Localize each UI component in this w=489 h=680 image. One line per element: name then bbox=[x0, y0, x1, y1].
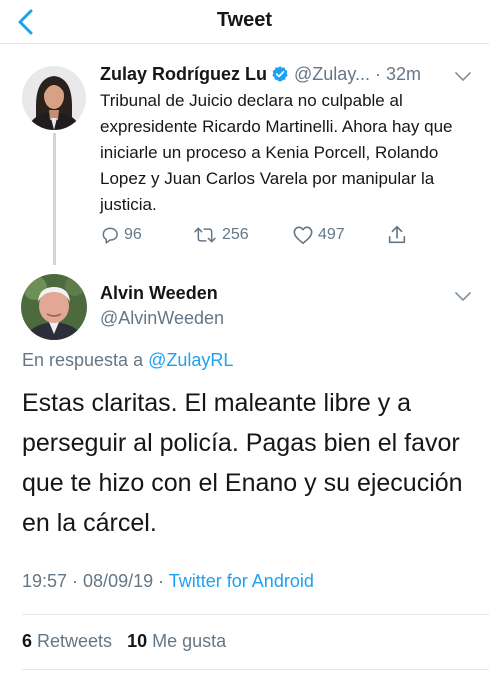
retweet-icon bbox=[194, 227, 216, 243]
top-bar: Tweet bbox=[0, 0, 489, 44]
avatar[interactable] bbox=[22, 66, 86, 130]
tweet-menu-button[interactable] bbox=[454, 70, 472, 88]
tweet-timestamp: 19:57 · 08/09/19 · bbox=[22, 571, 169, 591]
profile-photo-woman bbox=[22, 66, 86, 130]
tweet-actions: 96 256 497 bbox=[100, 222, 430, 248]
retweets-stat[interactable]: 6 Retweets bbox=[22, 631, 112, 651]
divider bbox=[22, 669, 489, 670]
reply-context: En respuesta a @ZulayRL bbox=[22, 350, 233, 371]
chevron-down-icon bbox=[455, 72, 471, 81]
like-button[interactable]: 497 bbox=[292, 222, 345, 248]
heart-icon bbox=[293, 226, 313, 244]
profile-photo-man bbox=[21, 274, 87, 340]
share-icon bbox=[388, 225, 406, 244]
parent-tweet-text: Tribunal de Juicio declara no culpable a… bbox=[100, 91, 453, 214]
retweet-count: 256 bbox=[222, 226, 249, 243]
retweets-count: 6 bbox=[22, 631, 33, 651]
parent-tweet-header: Zulay Rodríguez Lu @Zulay... · 32m bbox=[100, 64, 480, 88]
avatar[interactable] bbox=[21, 274, 87, 340]
author-name[interactable]: Zulay Rodríguez Lu bbox=[100, 64, 267, 84]
author-handle[interactable]: @AlvinWeeden bbox=[100, 308, 224, 329]
tweet-stats: 6 Retweets 10 Me gusta bbox=[22, 631, 226, 652]
author-name[interactable]: Alvin Weeden bbox=[100, 283, 218, 304]
tweet-text: Estas claritas. El maleante libre y a pe… bbox=[22, 389, 463, 537]
verified-badge-icon bbox=[272, 66, 288, 82]
retweets-label: Retweets bbox=[32, 631, 113, 651]
likes-count: 10 bbox=[127, 631, 148, 651]
likes-label: Me gusta bbox=[147, 631, 227, 651]
tweet-meta: 19:57 · 08/09/19 · Twitter for Android bbox=[22, 571, 314, 592]
tweet-menu-button[interactable] bbox=[454, 290, 472, 308]
reply-mention-link[interactable]: @ZulayRL bbox=[148, 350, 233, 370]
divider bbox=[22, 614, 489, 615]
chevron-down-icon bbox=[455, 292, 471, 301]
page-title: Tweet bbox=[216, 9, 273, 31]
reply-button[interactable]: 96 bbox=[100, 222, 142, 248]
like-count: 497 bbox=[318, 226, 345, 243]
thread-connector-line bbox=[53, 133, 56, 265]
author-handle-time: @Zulay... · 32m bbox=[294, 64, 421, 84]
retweet-button[interactable]: 256 bbox=[192, 222, 249, 248]
reply-count: 96 bbox=[124, 226, 142, 243]
reply-context-label: En respuesta a bbox=[22, 350, 149, 370]
tweet-source-link[interactable]: Twitter for Android bbox=[169, 571, 314, 591]
likes-stat[interactable]: 10 Me gusta bbox=[127, 631, 226, 651]
reply-icon bbox=[102, 227, 118, 244]
share-button[interactable] bbox=[386, 222, 408, 248]
